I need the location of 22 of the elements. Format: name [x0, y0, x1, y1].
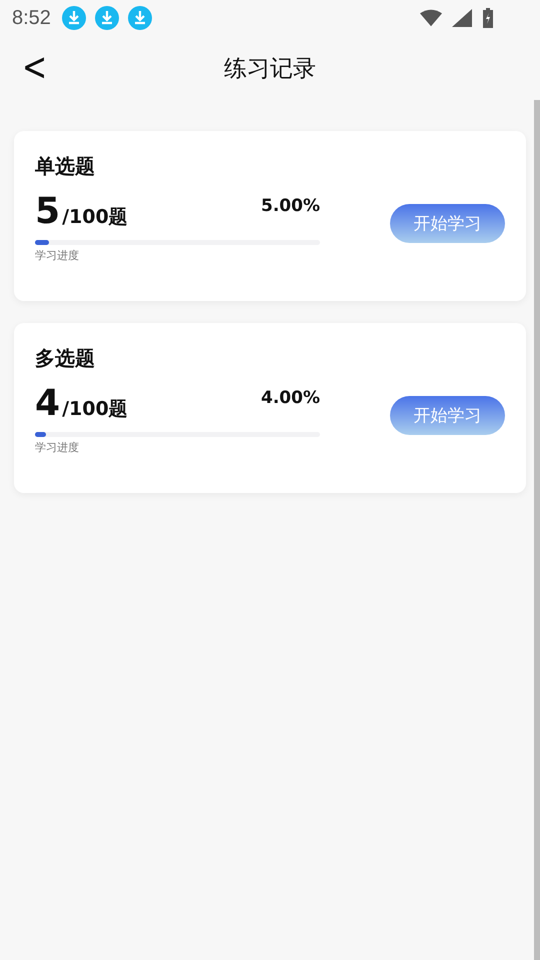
signal-icon: [451, 9, 473, 27]
percent-text: 4.00%: [261, 388, 320, 408]
download-icon: [94, 6, 119, 30]
page-title: 练习记录: [224, 54, 316, 84]
progress-label: 学习进度: [35, 440, 80, 455]
wifi-icon: [420, 9, 442, 27]
done-count: 4: [35, 386, 60, 422]
download-icon: [128, 6, 152, 30]
start-button[interactable]: 开始学习: [390, 396, 505, 435]
record-title: 单选题: [35, 153, 96, 180]
progress-label: 学习进度: [35, 248, 80, 263]
download-icon: [62, 6, 86, 30]
total-count: /100题: [62, 205, 128, 230]
start-button[interactable]: 开始学习: [390, 204, 505, 243]
total-count: /100题: [62, 397, 128, 422]
status-time: 8:52: [12, 6, 51, 30]
done-count: 5: [35, 194, 60, 230]
record-title: 多选题: [35, 345, 96, 372]
battery-icon: [482, 8, 494, 28]
scrollbar[interactable]: [534, 100, 540, 960]
back-button[interactable]: <: [18, 44, 52, 90]
percent-text: 5.00%: [261, 196, 320, 216]
